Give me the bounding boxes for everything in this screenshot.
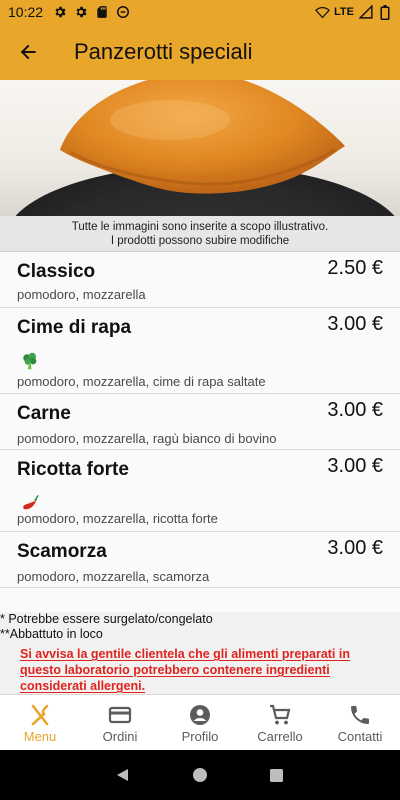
system-home-button[interactable] — [189, 764, 211, 786]
battery-icon — [377, 4, 392, 20]
settings-gear-icon — [73, 5, 88, 20]
nav-label: Contatti — [337, 729, 383, 744]
footnotes-section: * Potrebbe essere surgelato/congelato **… — [0, 612, 400, 694]
product-description: pomodoro, mozzarella, scamorza — [17, 569, 210, 584]
card-icon — [108, 706, 132, 724]
mobile-screen: 10:22 LTE Panzerotti speciali Tutte le i… — [0, 0, 400, 800]
account-icon — [190, 705, 210, 725]
product-row-classico[interactable]: Classico 2.50 € pomodoro, mozzarella — [0, 252, 400, 308]
status-bar: 10:22 LTE — [0, 0, 400, 24]
circle-home-icon — [192, 768, 207, 782]
product-price: 3.00 € — [327, 537, 383, 559]
product-price: 2.50 € — [327, 257, 383, 279]
chili-pepper-icon — [23, 494, 39, 510]
product-description: pomodoro, mozzarella — [17, 287, 146, 302]
status-time: 10:22 — [8, 4, 44, 20]
wifi-icon — [315, 5, 330, 20]
nav-item-ordini[interactable]: Ordini — [80, 695, 160, 751]
network-type: LTE — [334, 6, 354, 18]
product-list: Classico 2.50 € pomodoro, mozzarella Cim… — [0, 252, 400, 612]
status-bar-right: LTE — [315, 4, 392, 20]
square-recents-icon — [270, 768, 284, 782]
nav-item-menu[interactable]: Menu — [0, 695, 80, 751]
system-back-button[interactable] — [112, 764, 134, 786]
product-price: 3.00 € — [327, 313, 383, 335]
system-recents-button[interactable] — [266, 764, 288, 786]
cart-icon — [270, 704, 291, 725]
product-row-cime-di-rapa[interactable]: Cime di rapa 3.00 € pomodoro, mozzarella… — [0, 308, 400, 394]
utensils-icon — [31, 704, 49, 726]
triangle-back-icon — [117, 769, 129, 781]
product-price: 3.00 € — [327, 399, 383, 421]
nav-label: Profilo — [181, 729, 219, 744]
settings-gear-icon — [52, 5, 67, 20]
product-description: pomodoro, mozzarella, cime di rapa salta… — [17, 374, 266, 389]
product-name: Carne — [17, 403, 71, 424]
product-price: 3.00 € — [327, 455, 383, 477]
hero-product-image — [0, 80, 400, 216]
nav-label: Carrello — [257, 729, 303, 744]
bottom-navigation: Menu Ordini Profilo Carrello Contatti — [0, 694, 400, 750]
nav-label: Menu — [23, 729, 57, 744]
product-row-ricotta-forte[interactable]: Ricotta forte 3.00 € pomodoro, mozzarell… — [0, 450, 400, 532]
back-button[interactable] — [0, 24, 56, 80]
disclaimer-line-1: Tutte le immagini sono inserite a scopo … — [71, 221, 329, 233]
product-description: pomodoro, mozzarella, ricotta forte — [17, 511, 218, 526]
nav-item-contatti[interactable]: Contatti — [320, 695, 400, 751]
status-bar-left: 10:22 — [8, 4, 130, 20]
signal-icon — [358, 5, 373, 20]
nav-label: Ordini — [102, 729, 138, 744]
app-bar: Panzerotti speciali — [0, 24, 400, 80]
product-description: pomodoro, mozzarella, ragù bianco di bov… — [17, 431, 277, 446]
allergen-warning: Si avvisa la gentile clientela che gli a… — [20, 647, 350, 693]
system-navigation-bar — [0, 750, 400, 800]
product-name: Scamorza — [17, 541, 107, 562]
product-row-carne[interactable]: Carne 3.00 € pomodoro, mozzarella, ragù … — [0, 394, 400, 450]
page-title: Panzerotti speciali — [74, 39, 253, 64]
product-name: Ricotta forte — [17, 459, 129, 480]
no-disturb-icon — [115, 5, 130, 20]
disclaimer-line-2: I prodotti possono subire modifiche — [110, 235, 290, 247]
image-disclaimer: Tutte le immagini sono inserite a scopo … — [0, 216, 400, 252]
product-row-scamorza[interactable]: Scamorza 3.00 € pomodoro, mozzarella, sc… — [0, 532, 400, 588]
back-arrow-icon — [20, 44, 36, 60]
nav-item-profilo[interactable]: Profilo — [160, 695, 240, 751]
sd-card-icon — [94, 5, 109, 20]
product-name: Classico — [17, 261, 96, 282]
product-name: Cime di rapa — [17, 317, 132, 338]
nav-item-carrello[interactable]: Carrello — [240, 695, 320, 751]
broccoli-icon — [23, 352, 37, 370]
frozen-note: * Potrebbe essere surgelato/congelato — [0, 612, 213, 626]
phone-icon — [351, 706, 369, 724]
chilled-note: **Abbattuto in loco — [0, 627, 103, 641]
